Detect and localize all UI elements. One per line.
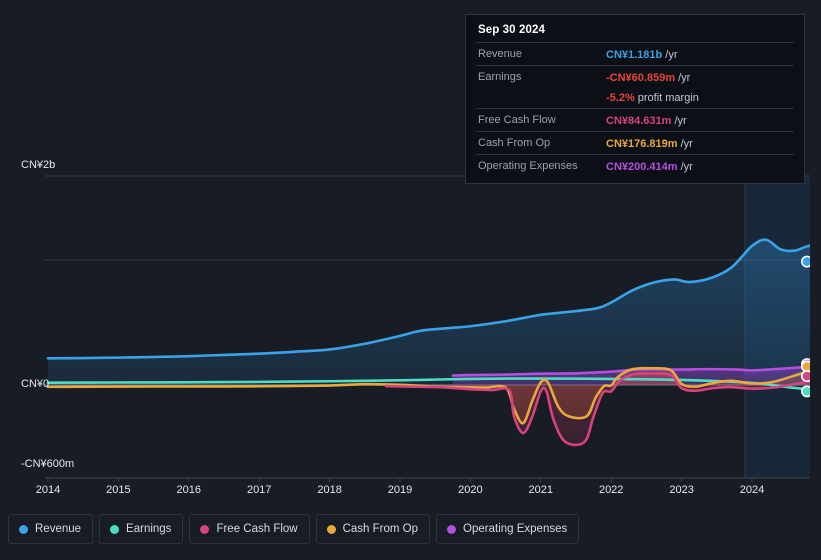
legend-item-free-cash-flow[interactable]: Free Cash Flow: [189, 514, 310, 544]
x-axis-tick-label: 2014: [35, 484, 61, 496]
financial-chart-page: CN¥2b CN¥0 -CN¥600m 2014 2015 2016 2017 2018…: [0, 0, 821, 560]
legend-color-dot-icon: [447, 524, 457, 534]
x-axis-tick-label: 2024: [739, 484, 765, 496]
tooltip-row: -5.2% profit margin: [476, 88, 794, 108]
legend-item-label: Revenue: [35, 523, 82, 535]
legend-color-dot-icon: [200, 524, 210, 534]
x-axis-tick-label: 2016: [176, 484, 202, 496]
tooltip-row-value: -CN¥60.859m: [606, 72, 676, 84]
x-axis-labels: 2014 2015 2016 2017 2018 2019 2020 2021 2022 2023…: [0, 484, 821, 504]
tooltip-row-value: CN¥1.181b: [606, 49, 663, 61]
tooltip-row-value-group: CN¥1.181b/yr: [606, 45, 678, 63]
legend-item-label: Cash From Op: [342, 523, 419, 535]
tooltip-row-unit: /yr: [680, 138, 693, 150]
legend-item-label: Free Cash Flow: [216, 523, 298, 535]
tooltip-row-value-group: CN¥176.819m/yr: [606, 134, 693, 152]
x-axis-tick-label: 2017: [246, 484, 272, 496]
tooltip-row: Earnings -CN¥60.859m/yr: [476, 65, 794, 88]
data-tooltip: Sep 30 2024 Revenue CN¥1.181b/yr Earnings -…: [465, 14, 805, 184]
tooltip-row-label: Earnings: [478, 71, 522, 83]
legend-item-revenue[interactable]: Revenue: [8, 514, 94, 544]
x-axis-tick-label: 2021: [528, 484, 554, 496]
tooltip-row-label: Cash From Op: [478, 137, 551, 149]
tooltip-row-value-group: CN¥84.631m/yr: [606, 111, 687, 129]
x-axis-tick-label: 2023: [669, 484, 694, 496]
y-axis-top-label: CN¥2b: [21, 159, 56, 171]
tooltip-row-value: CN¥200.414m: [606, 161, 678, 173]
tooltip-row-unit: /yr: [680, 161, 693, 173]
tooltip-row-unit: /yr: [674, 115, 687, 127]
tooltip-row-value: CN¥84.631m: [606, 115, 672, 127]
legend-color-dot-icon: [326, 524, 336, 534]
tooltip-row: Cash From Op CN¥176.819m/yr: [476, 131, 794, 154]
tooltip-row: Free Cash Flow CN¥84.631m/yr: [476, 108, 794, 131]
legend-item-earnings[interactable]: Earnings: [99, 514, 184, 544]
x-axis-tick-label: 2015: [106, 484, 131, 496]
tooltip-row-label: Operating Expenses: [478, 160, 578, 172]
tooltip-row-unit: profit margin: [637, 92, 699, 104]
tooltip-rows: Revenue CN¥1.181b/yr Earnings -CN¥60.859m/y…: [476, 42, 794, 177]
tooltip-row-label: Free Cash Flow: [478, 114, 556, 126]
legend-item-label: Operating Expenses: [463, 523, 568, 535]
tooltip-row-unit: /yr: [665, 49, 678, 61]
tooltip-row-label: Revenue: [478, 48, 523, 60]
legend-item-cash-from-op[interactable]: Cash From Op: [315, 514, 431, 544]
tooltip-row-value-group: -CN¥60.859m/yr: [606, 68, 690, 86]
legend-item-operating-expenses[interactable]: Operating Expenses: [436, 514, 580, 544]
series-endpoint-marker: [801, 255, 810, 268]
legend-item-label: Earnings: [126, 523, 172, 535]
legend-color-dot-icon: [19, 524, 28, 534]
tooltip-row-value: CN¥176.819m: [606, 138, 678, 150]
tooltip-row-value: -5.2%: [606, 92, 635, 104]
tooltip-row: Operating Expenses CN¥200.414m/yr: [476, 154, 794, 177]
y-axis-bottom-label: -CN¥600m: [21, 458, 75, 470]
tooltip-date: Sep 30 2024: [478, 24, 545, 36]
chart-legend: Revenue Earnings Free Cash Flow Cash From O…: [8, 514, 580, 544]
x-axis-tick-label: 2018: [317, 484, 342, 496]
legend-color-dot-icon: [110, 524, 120, 534]
x-axis-tick-label: 2020: [458, 484, 483, 496]
tooltip-row: Revenue CN¥1.181b/yr: [476, 42, 794, 65]
tooltip-row-value-group: -5.2% profit margin: [606, 88, 699, 106]
y-axis-zero-label: CN¥0: [21, 378, 50, 390]
x-axis-tick-label: 2019: [387, 484, 413, 496]
series-endpoint-marker: [801, 370, 810, 383]
x-axis-tick-label: 2022: [598, 484, 624, 496]
tooltip-row-value-group: CN¥200.414m/yr: [606, 157, 693, 175]
series-endpoint-marker: [801, 385, 810, 398]
tooltip-row-unit: /yr: [678, 72, 691, 84]
